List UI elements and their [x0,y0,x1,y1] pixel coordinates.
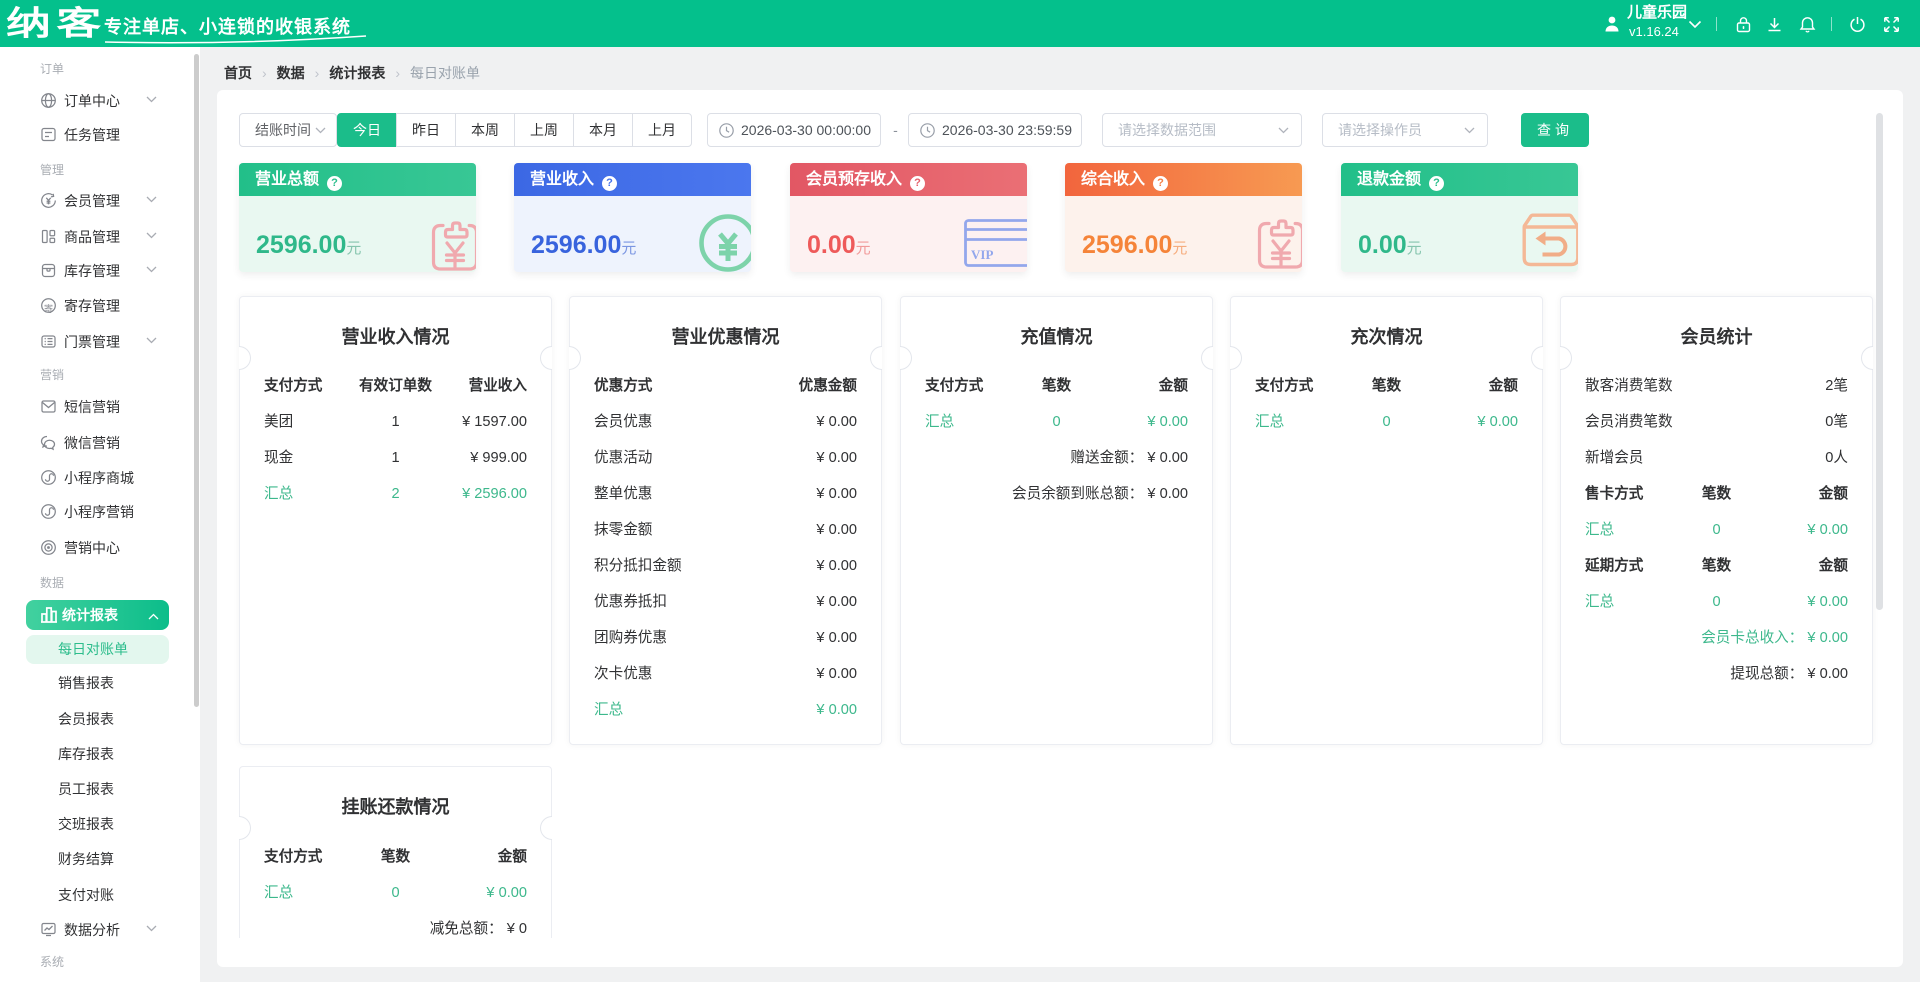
svg-text:VIP: VIP [971,247,993,262]
